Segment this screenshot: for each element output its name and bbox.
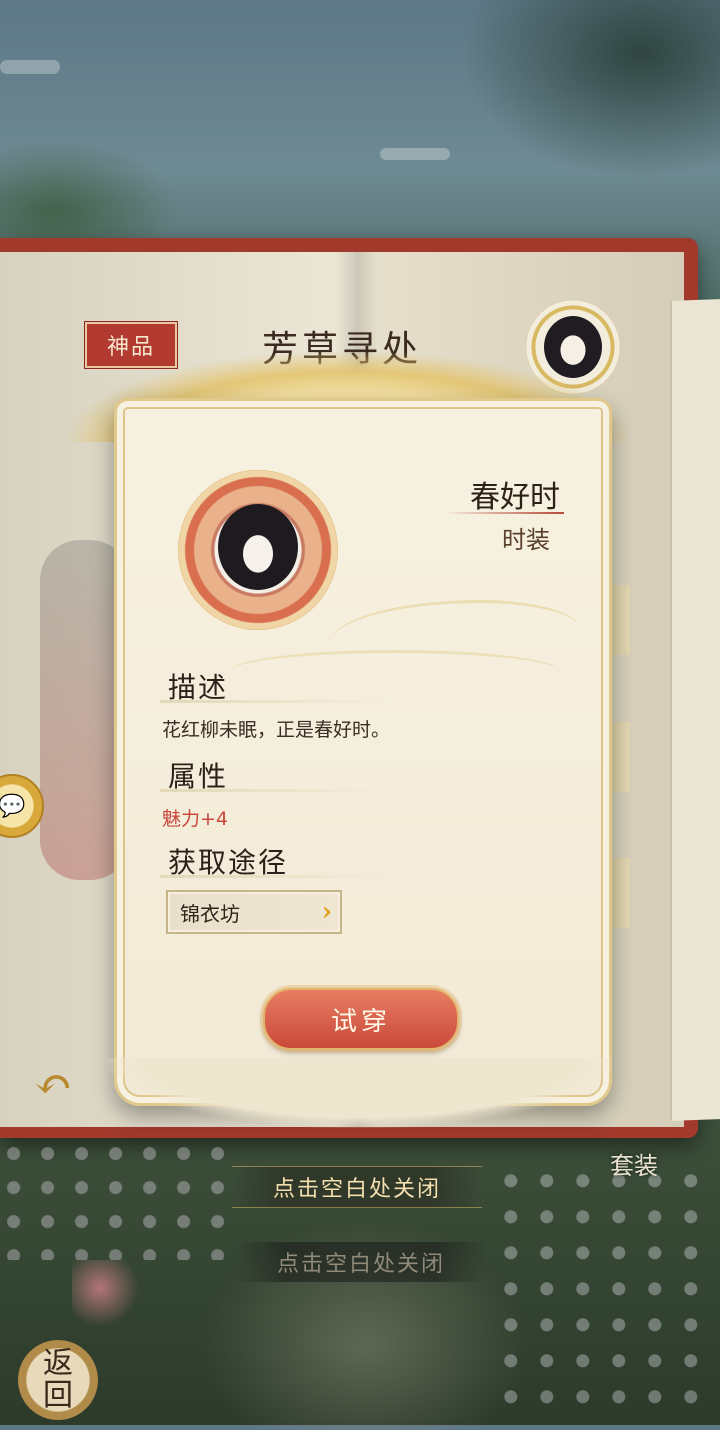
butterfly-decoration [72,1260,142,1330]
suit-tab[interactable]: 套装 [610,1146,658,1181]
close-hint-background: 点击空白处关闭 [236,1242,486,1282]
item-portrait [178,470,338,630]
try-on-button[interactable]: 试穿 [263,988,459,1050]
section-underline [160,789,390,792]
close-hint: 点击空白处关闭 [232,1166,482,1208]
sky-cloud [380,148,450,160]
item-type: 时装 [502,526,550,554]
return-label-bottom: 回 [43,1378,73,1413]
cloud-swirl-decoration [230,650,560,693]
book-edge-pages [670,299,720,1121]
portrait-figure [218,504,298,590]
sky-cloud [0,60,60,74]
source-link-button[interactable]: 锦衣坊 › [166,890,342,934]
return-button[interactable]: 返 回 [18,1340,98,1420]
modal-scroll-curl [108,1058,612,1128]
back-arrow-icon[interactable]: ↶ [20,1060,86,1108]
description-text: 花红柳未眠，正是春好时。 [162,719,391,741]
willow-leaves [460,0,720,180]
section-underline [160,875,390,878]
chevron-right-icon: › [321,897,332,927]
attribute-value: 魅力+4 [162,808,229,830]
return-label-top: 返 [43,1346,73,1381]
item-name: 春好时 [470,480,560,515]
flower-bed [0,1140,240,1260]
item-name-underline [444,512,564,514]
source-label: 锦衣坊 [180,901,240,926]
section-underline [160,700,390,703]
flower-bed [500,1170,720,1410]
